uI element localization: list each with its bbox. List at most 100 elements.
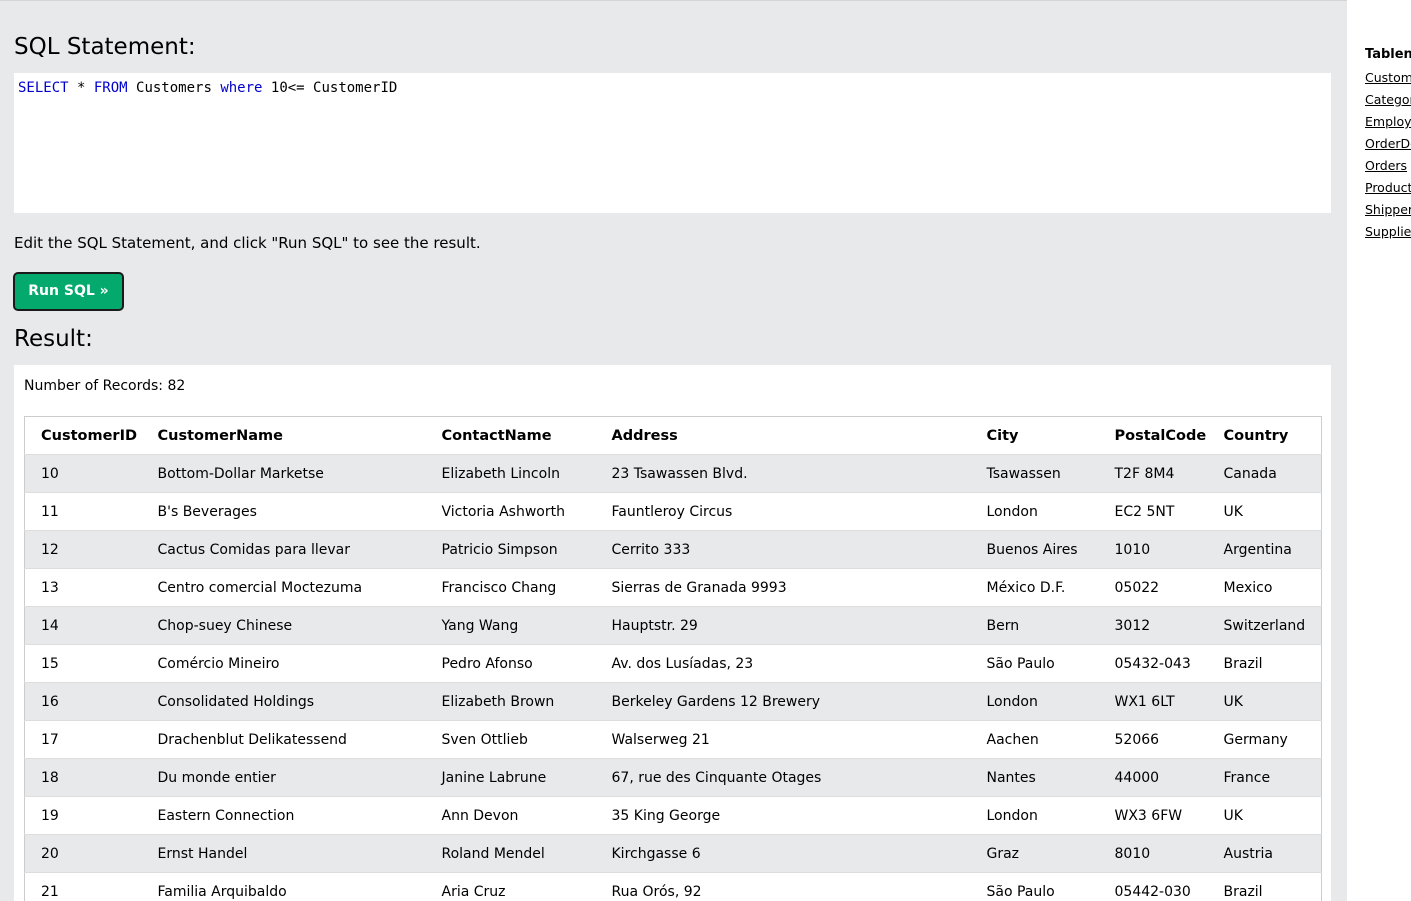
table-row: 11 B's Beverages Victoria Ashworth Fauntler… [24, 492, 1322, 531]
result-heading: Result: [14, 326, 93, 352]
table-cell-city: São Paulo [970, 872, 1099, 901]
column-header-city: City [970, 416, 1099, 455]
table-cell-customername: Consolidated Holdings [141, 682, 426, 721]
table-cell-country: Mexico [1207, 568, 1322, 607]
table-cell-customerid: 15 [24, 644, 142, 683]
table-cell-customerid: 12 [24, 530, 142, 569]
table-cell-customername: Du monde entier [141, 758, 426, 797]
table-cell-customerid: 20 [24, 834, 142, 873]
column-header-address: Address [595, 416, 971, 455]
column-header-postalcode: PostalCode [1098, 416, 1208, 455]
sidebar-table-list: Custom Categor Employe OrderDe Orders Product… [1365, 68, 1411, 244]
table-cell-country: France [1207, 758, 1322, 797]
table-cell-customername: Bottom-Dollar Marketse [141, 454, 426, 493]
table-cell-city: Nantes [970, 758, 1099, 797]
sql-keyword: where [220, 80, 263, 96]
sql-keyword: FROM [93, 80, 128, 96]
table-cell-address: Sierras de Granada 9993 [595, 568, 971, 607]
main-area: SQL Statement: SELECT * FROM Customers w… [0, 1, 1347, 901]
table-cell-customername: Centro comercial Moctezuma [141, 568, 426, 607]
sql-text: * [68, 80, 94, 96]
sidebar-item: Product [1365, 178, 1411, 200]
table-row: 17 Drachenblut Delikatessend Sven Ottlieb W… [24, 720, 1322, 759]
table-cell-address: 35 King George [595, 796, 971, 835]
table-header-row: CustomerID CustomerName ContactName Address… [24, 416, 1322, 455]
table-cell-address: Berkeley Gardens 12 Brewery [595, 682, 971, 721]
table-cell-city: London [970, 796, 1099, 835]
table-cell-address: Hauptstr. 29 [595, 606, 971, 645]
sql-text: Customers [127, 80, 221, 96]
table-cell-country: Brazil [1207, 872, 1322, 901]
table-cell-postalcode: WX3 6FW [1098, 796, 1208, 835]
sql-text: 10<= CustomerID [262, 80, 398, 96]
column-header-country: Country [1207, 416, 1322, 455]
result-panel: Number of Records: 82 CustomerID Customer… [14, 365, 1331, 901]
table-cell-city: México D.F. [970, 568, 1099, 607]
column-header-contactname: ContactName [425, 416, 596, 455]
table-cell-customerid: 17 [24, 720, 142, 759]
table-cell-postalcode: 1010 [1098, 530, 1208, 569]
table-cell-city: Buenos Aires [970, 530, 1099, 569]
table-row: 16 Consolidated Holdings Elizabeth Brown Be… [24, 682, 1322, 721]
table-cell-country: UK [1207, 796, 1322, 835]
table-cell-customerid: 10 [24, 454, 142, 493]
sidebar-table-link-orderde[interactable]: OrderDe [1365, 136, 1411, 151]
table-row: 10 Bottom-Dollar Marketse Elizabeth Lincol… [24, 454, 1322, 493]
table-cell-address: 23 Tsawassen Blvd. [595, 454, 971, 493]
table-cell-address: Av. dos Lusíadas, 23 [595, 644, 971, 683]
table-cell-postalcode: 05432-043 [1098, 644, 1208, 683]
table-cell-contactname: Pedro Afonso [425, 644, 596, 683]
table-cell-contactname: Ann Devon [425, 796, 596, 835]
table-cell-contactname: Janine Labrune [425, 758, 596, 797]
table-cell-postalcode: WX1 6LT [1098, 682, 1208, 721]
sidebar-table-link-custom[interactable]: Custom [1365, 70, 1411, 85]
table-cell-contactname: Elizabeth Brown [425, 682, 596, 721]
table-cell-customerid: 18 [24, 758, 142, 797]
sql-keyword: SELECT [18, 80, 69, 96]
table-cell-postalcode: 05442-030 [1098, 872, 1208, 901]
table-cell-city: Graz [970, 834, 1099, 873]
table-cell-postalcode: EC2 5NT [1098, 492, 1208, 531]
sidebar-table-link-supplier[interactable]: Supplier [1365, 224, 1411, 239]
tables-sidebar: Tablen Custom Categor Employe OrderDe Orders… [1347, 0, 1411, 901]
table-cell-customername: Eastern Connection [141, 796, 426, 835]
table-cell-contactname: Elizabeth Lincoln [425, 454, 596, 493]
table-cell-contactname: Sven Ottlieb [425, 720, 596, 759]
table-cell-customername: Cactus Comidas para llevar [141, 530, 426, 569]
table-cell-postalcode: T2F 8M4 [1098, 454, 1208, 493]
table-cell-contactname: Victoria Ashworth [425, 492, 596, 531]
sidebar-item: Categor [1365, 90, 1411, 112]
sidebar-table-link-orders[interactable]: Orders [1365, 158, 1407, 173]
column-header-customername: CustomerName [141, 416, 426, 455]
table-cell-customername: Familia Arquibaldo [141, 872, 426, 901]
table-cell-contactname: Aria Cruz [425, 872, 596, 901]
table-cell-country: Germany [1207, 720, 1322, 759]
table-cell-customername: Comércio Mineiro [141, 644, 426, 683]
run-sql-button[interactable]: Run SQL » [13, 272, 124, 311]
sidebar-table-link-employe[interactable]: Employe [1365, 114, 1411, 129]
table-cell-country: Argentina [1207, 530, 1322, 569]
table-cell-address: Walserweg 21 [595, 720, 971, 759]
table-cell-contactname: Yang Wang [425, 606, 596, 645]
records-count: Number of Records: 82 [24, 378, 186, 394]
table-row: 13 Centro comercial Moctezuma Francisco Ch… [24, 568, 1322, 607]
table-cell-country: Brazil [1207, 644, 1322, 683]
table-cell-customerid: 21 [24, 872, 142, 901]
sidebar-item: Custom [1365, 68, 1411, 90]
table-cell-customername: Ernst Handel [141, 834, 426, 873]
table-cell-country: UK [1207, 682, 1322, 721]
table-cell-contactname: Patricio Simpson [425, 530, 596, 569]
table-cell-city: London [970, 682, 1099, 721]
sidebar-item: Employe [1365, 112, 1411, 134]
sidebar-table-link-product[interactable]: Product [1365, 180, 1411, 195]
sidebar-title: Tablen [1365, 47, 1411, 62]
table-cell-postalcode: 8010 [1098, 834, 1208, 873]
table-cell-customerid: 16 [24, 682, 142, 721]
sql-editor[interactable]: SELECT * FROM Customers where 10<= Custo… [14, 73, 1331, 213]
sidebar-table-link-categor[interactable]: Categor [1365, 92, 1411, 107]
sidebar-table-link-shipper[interactable]: Shipper [1365, 202, 1411, 217]
table-cell-address: Rua Orós, 92 [595, 872, 971, 901]
table-cell-customername: Drachenblut Delikatessend [141, 720, 426, 759]
table-cell-customerid: 19 [24, 796, 142, 835]
table-cell-postalcode: 05022 [1098, 568, 1208, 607]
